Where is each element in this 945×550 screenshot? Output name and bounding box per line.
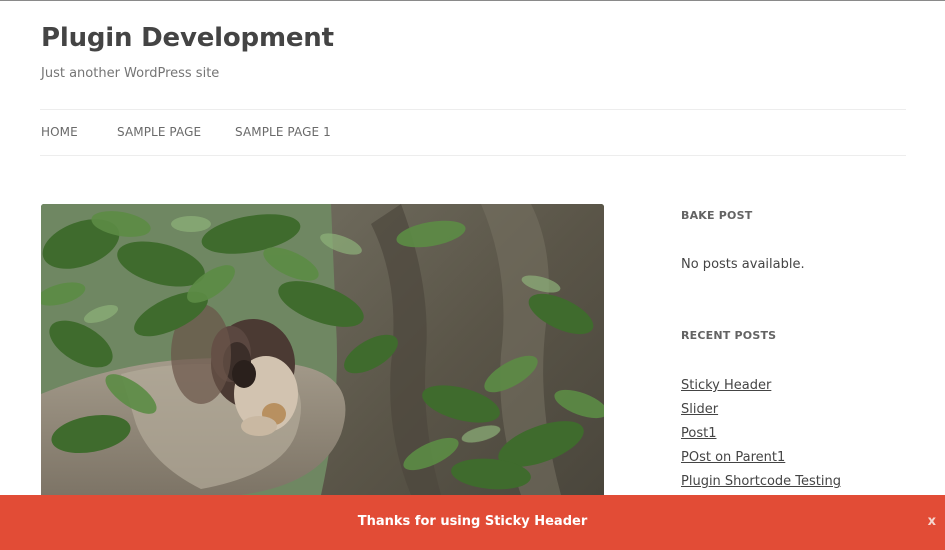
list-item: Plugin Shortcode Testing	[681, 472, 841, 496]
close-button[interactable]: x	[928, 514, 936, 530]
sticky-header-bar: Thanks for using Sticky Header x	[0, 495, 945, 550]
squirrel-photo	[41, 204, 604, 495]
list-item: Sticky Header	[681, 376, 841, 400]
widget-title-bake-post: BAKE POST	[681, 209, 753, 222]
list-item: Post1	[681, 424, 841, 448]
nav-item-sample-page-1[interactable]: SAMPLE PAGE 1	[235, 124, 331, 140]
main-navigation: HOME SAMPLE PAGE SAMPLE PAGE 1	[40, 109, 906, 156]
recent-post-link[interactable]: Post1	[681, 426, 716, 441]
recent-posts-list: Sticky Header Slider Post1 POst on Paren…	[681, 376, 841, 496]
list-item: POst on Parent1	[681, 448, 841, 472]
recent-post-link[interactable]: POst on Parent1	[681, 450, 785, 465]
recent-post-link[interactable]: Sticky Header	[681, 378, 771, 393]
widget-title-recent-posts: RECENT POSTS	[681, 329, 777, 342]
site-tagline: Just another WordPress site	[41, 66, 220, 81]
recent-post-link[interactable]: Slider	[681, 402, 718, 417]
site-title[interactable]: Plugin Development	[41, 21, 334, 55]
nav-item-home[interactable]: HOME	[41, 124, 78, 140]
list-item: Slider	[681, 400, 841, 424]
bake-post-empty-text: No posts available.	[681, 257, 805, 272]
featured-image[interactable]	[41, 204, 604, 495]
sticky-header-message: Thanks for using Sticky Header	[357, 514, 588, 529]
nav-item-sample-page[interactable]: SAMPLE PAGE	[117, 124, 201, 140]
recent-post-link[interactable]: Plugin Shortcode Testing	[681, 474, 841, 489]
